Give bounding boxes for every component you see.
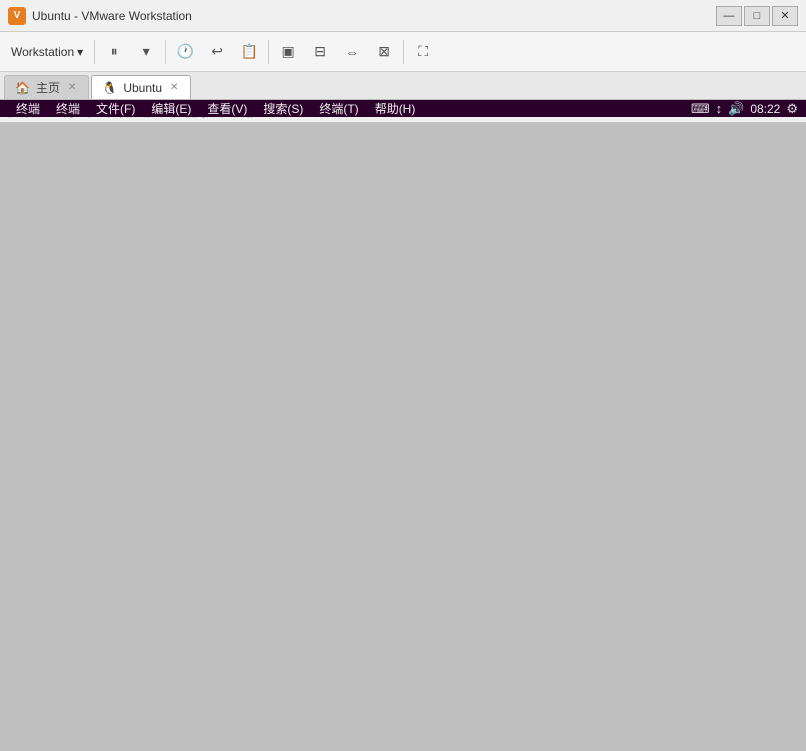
volume-icon: 🔊 [728, 101, 744, 117]
ubuntu-menu-file[interactable]: 文件(F) [88, 100, 143, 117]
view2-button[interactable]: ⊟ [305, 37, 335, 67]
close-button[interactable]: ✕ [772, 6, 798, 26]
separator-1 [94, 40, 95, 64]
stretch-icon: ⇔ [345, 44, 359, 60]
ubuntu-topbar-right: ⌨ ↕ 🔊 08:22 ⚙ [691, 101, 798, 117]
snapshot-icon: 🕐 [176, 43, 193, 60]
ubuntu-topbar: 终端 终端 文件(F) 编辑(E) 查看(V) 搜索(S) 终端(T) 帮助(H… [0, 100, 806, 117]
workstation-menu-button[interactable]: Workstation ▾ [4, 37, 90, 67]
ubuntu-tab-icon: 🐧 [102, 81, 117, 95]
separator-3 [268, 40, 269, 64]
ubuntu-tab-close[interactable]: ✕ [168, 81, 180, 94]
separator-2 [165, 40, 166, 64]
pause-icon: ⏸ [111, 43, 118, 60]
fit-icon: ⊠ [378, 43, 390, 60]
separator-4 [403, 40, 404, 64]
clock: 08:22 [750, 102, 780, 116]
home-tab-close[interactable]: ✕ [66, 81, 78, 94]
fullscreen-icon: ⛶ [418, 43, 428, 60]
snapshot-manager-button[interactable]: 📋 [234, 37, 264, 67]
minimize-button[interactable]: — [716, 6, 742, 26]
fullscreen-button[interactable]: ⛶ [408, 37, 438, 67]
ubuntu-menu-terminal3[interactable]: 终端(T) [311, 100, 366, 117]
ubuntu-menu-terminal2[interactable]: 终端 [48, 100, 88, 117]
home-tab-label: 主页 [36, 79, 60, 96]
pause-button[interactable]: ⏸ [99, 37, 129, 67]
window-controls: — □ ✕ [716, 6, 798, 26]
workstation-label: Workstation [11, 45, 74, 59]
tab-ubuntu[interactable]: 🐧 Ubuntu ✕ [91, 75, 191, 99]
workstation-dropdown-icon: ▾ [77, 45, 83, 59]
toolbar: Workstation ▾ ⏸ ▾ 🕐 ↩ 📋 ▣ ⊟ ⇔ ⊠ ⛶ [0, 32, 806, 72]
revert-button[interactable]: ↩ [202, 37, 232, 67]
revert-icon: ↩ [211, 43, 223, 60]
stretch-button[interactable]: ⇔ [337, 37, 367, 67]
view-icon: ▣ [282, 43, 295, 60]
tab-home[interactable]: 🏠 主页 ✕ [4, 75, 89, 99]
view2-icon: ⊟ [314, 43, 326, 60]
pause-dropdown-button[interactable]: ▾ [131, 37, 161, 67]
settings-icon[interactable]: ⚙ [786, 101, 798, 117]
snapshot-button[interactable]: 🕐 [170, 37, 200, 67]
tabs-bar: 🏠 主页 ✕ 🐧 Ubuntu ✕ [0, 72, 806, 100]
title-bar: V Ubuntu - VMware Workstation — □ ✕ [0, 0, 806, 32]
input-icon: ↕ [716, 101, 723, 116]
view-button[interactable]: ▣ [273, 37, 303, 67]
vmware-icon: V [8, 7, 26, 25]
snapshot-manager-icon: 📋 [240, 43, 257, 60]
pause-dropdown-icon: ▾ [143, 43, 150, 60]
window-title: Ubuntu - VMware Workstation [32, 9, 716, 23]
home-tab-icon: 🏠 [15, 81, 30, 95]
fit-button[interactable]: ⊠ [369, 37, 399, 67]
keyboard-icon: ⌨ [691, 101, 710, 117]
ubuntu-tab-label: Ubuntu [123, 81, 162, 95]
maximize-button[interactable]: □ [744, 6, 770, 26]
ubuntu-menu-help[interactable]: 帮助(H) [367, 100, 424, 117]
ubuntu-menu-search[interactable]: 搜索(S) [255, 100, 311, 117]
ubuntu-menu-edit[interactable]: 编辑(E) [143, 100, 199, 117]
ubuntu-menu-view[interactable]: 查看(V) [199, 100, 255, 117]
ubuntu-menu-terminal1[interactable]: 终端 [8, 100, 48, 117]
